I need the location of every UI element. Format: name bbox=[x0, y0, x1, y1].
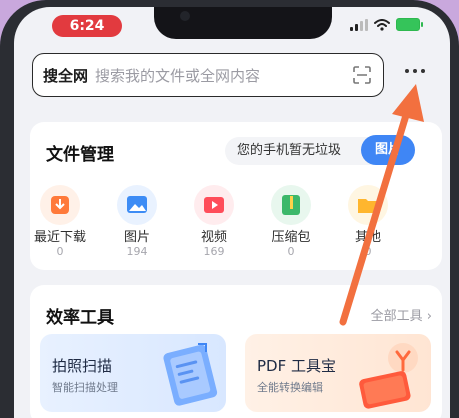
annotation-arrow-icon bbox=[339, 84, 424, 326]
